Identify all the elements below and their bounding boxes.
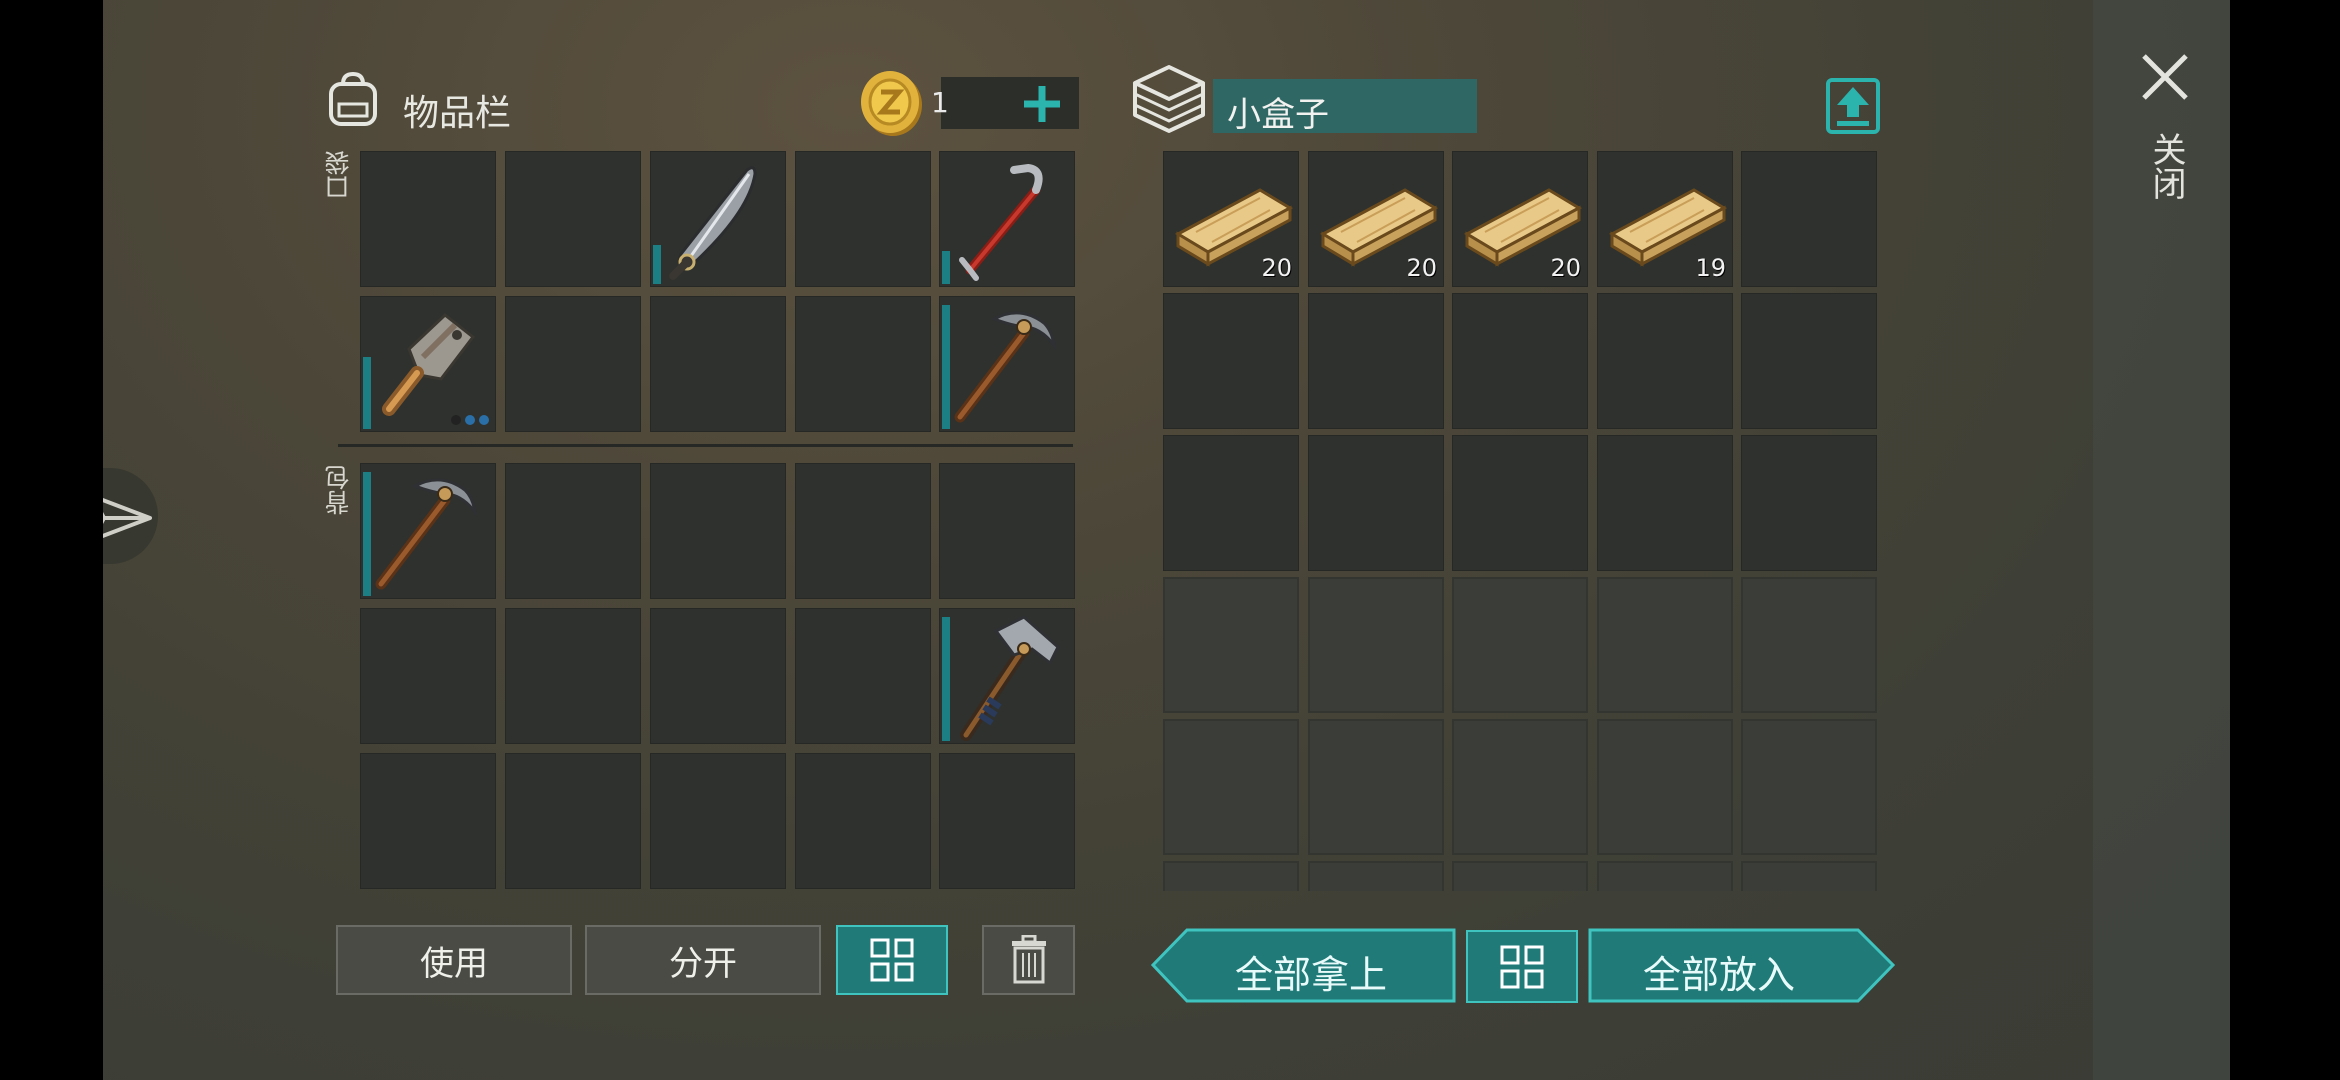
pocket-slot[interactable] bbox=[505, 151, 641, 287]
grid-sort-icon bbox=[870, 938, 914, 982]
container-slot[interactable] bbox=[1163, 435, 1299, 571]
backpack-slot[interactable] bbox=[360, 463, 496, 599]
use-button[interactable]: 使用 bbox=[336, 925, 572, 995]
item-count: 20 bbox=[1406, 254, 1437, 282]
container-slot[interactable]: 20 bbox=[1163, 151, 1299, 287]
container-slot[interactable]: 20 bbox=[1308, 151, 1444, 287]
backpack-icon bbox=[329, 71, 377, 126]
variant-dots bbox=[451, 415, 489, 425]
container-slot[interactable] bbox=[1308, 577, 1444, 713]
backpack-slot[interactable] bbox=[939, 753, 1075, 889]
pocket-label: 口袋 bbox=[324, 150, 353, 200]
backpack-slot[interactable] bbox=[505, 463, 641, 599]
backpack-slot[interactable] bbox=[650, 753, 786, 889]
backpack-slot[interactable] bbox=[505, 753, 641, 889]
container-name: 小盒子 bbox=[1227, 95, 1329, 135]
backpack-slot[interactable] bbox=[360, 608, 496, 744]
inventory-screen: 物品栏 1 口袋 背包 使用 分开 小盒子 20 20 20 19 全部拿上 全… bbox=[103, 0, 2230, 1080]
backpack-section-label: 背包 bbox=[324, 465, 353, 515]
backpack-slot[interactable] bbox=[795, 608, 931, 744]
container-slot[interactable] bbox=[1597, 577, 1733, 713]
backpack-slot[interactable] bbox=[939, 608, 1075, 744]
pickaxe-icon bbox=[954, 311, 1057, 423]
send-button[interactable] bbox=[103, 468, 158, 564]
container-sort-button[interactable] bbox=[1466, 930, 1578, 1003]
backpack-slot[interactable] bbox=[650, 463, 786, 599]
container-slot[interactable] bbox=[1597, 293, 1733, 429]
container-slot[interactable] bbox=[1741, 861, 1877, 891]
coin-icon bbox=[861, 71, 922, 136]
currency-amount: 1 bbox=[931, 86, 949, 119]
plus-icon[interactable] bbox=[1020, 82, 1064, 126]
container-slot[interactable] bbox=[1452, 435, 1588, 571]
container-slot[interactable] bbox=[1741, 719, 1877, 855]
pocket-slot[interactable] bbox=[795, 151, 931, 287]
upload-icon[interactable] bbox=[1825, 77, 1881, 135]
put-all-label: 全部放入 bbox=[1643, 953, 1796, 997]
put-all-button[interactable]: 全部放入 bbox=[1588, 928, 1895, 1003]
backpack-slot[interactable] bbox=[505, 608, 641, 744]
pocket-slot[interactable] bbox=[360, 151, 496, 287]
container-slot[interactable] bbox=[1741, 293, 1877, 429]
section-divider bbox=[338, 444, 1073, 447]
trash-button[interactable] bbox=[982, 925, 1075, 995]
item-count: 19 bbox=[1695, 254, 1726, 282]
close-icon[interactable] bbox=[2138, 50, 2192, 104]
take-all-label: 全部拿上 bbox=[1235, 953, 1388, 997]
pickaxe-icon bbox=[375, 478, 478, 590]
container-slot[interactable] bbox=[1452, 719, 1588, 855]
pocket-slot[interactable] bbox=[650, 151, 786, 287]
container-slot[interactable] bbox=[1308, 293, 1444, 429]
container-slot[interactable] bbox=[1163, 577, 1299, 713]
container-slot[interactable] bbox=[1163, 293, 1299, 429]
container-slot[interactable] bbox=[1308, 861, 1444, 891]
machete-icon bbox=[669, 166, 757, 280]
pocket-slot[interactable] bbox=[505, 296, 641, 432]
pocket-slot[interactable] bbox=[795, 296, 931, 432]
container-slot[interactable] bbox=[1597, 861, 1733, 891]
container-slot[interactable] bbox=[1597, 435, 1733, 571]
item-count: 20 bbox=[1550, 254, 1581, 282]
send-icon bbox=[103, 498, 152, 538]
container-slot[interactable] bbox=[1308, 719, 1444, 855]
container-slot[interactable]: 19 bbox=[1597, 151, 1733, 287]
container-slot[interactable] bbox=[1163, 719, 1299, 855]
container-slot[interactable] bbox=[1597, 719, 1733, 855]
backpack-slot[interactable] bbox=[650, 608, 786, 744]
pocket-slot[interactable] bbox=[939, 151, 1075, 287]
inventory-title: 物品栏 bbox=[403, 93, 512, 134]
box-icon bbox=[1133, 65, 1205, 133]
container-slot[interactable] bbox=[1741, 435, 1877, 571]
container-slot[interactable] bbox=[1741, 577, 1877, 713]
trash-icon bbox=[1011, 935, 1046, 984]
container-slot[interactable] bbox=[1452, 861, 1588, 891]
cleaver-icon bbox=[382, 313, 476, 416]
item-count: 20 bbox=[1261, 254, 1292, 282]
container-slot[interactable] bbox=[1163, 861, 1299, 891]
container-slot[interactable]: 20 bbox=[1452, 151, 1588, 287]
container-slot[interactable] bbox=[1452, 293, 1588, 429]
pocket-slot[interactable] bbox=[360, 296, 496, 432]
pocket-slot[interactable] bbox=[939, 296, 1075, 432]
inventory-sort-button[interactable] bbox=[836, 925, 948, 995]
hammer-icon bbox=[960, 615, 1060, 741]
container-slot[interactable] bbox=[1452, 577, 1588, 713]
backpack-slot[interactable] bbox=[360, 753, 496, 889]
container-name-field[interactable]: 小盒子 bbox=[1213, 79, 1477, 135]
backpack-slot[interactable] bbox=[939, 463, 1075, 599]
split-button[interactable]: 分开 bbox=[585, 925, 821, 995]
pocket-slot[interactable] bbox=[650, 296, 786, 432]
take-all-button[interactable]: 全部拿上 bbox=[1151, 928, 1456, 1003]
container-slot[interactable] bbox=[1741, 151, 1877, 287]
backpack-slot[interactable] bbox=[795, 753, 931, 889]
grid-sort-icon bbox=[1500, 945, 1544, 988]
crowbar-icon bbox=[959, 163, 1043, 281]
container-slot[interactable] bbox=[1308, 435, 1444, 571]
backpack-slot[interactable] bbox=[795, 463, 931, 599]
close-label[interactable]: 关闭 bbox=[2146, 132, 2186, 200]
